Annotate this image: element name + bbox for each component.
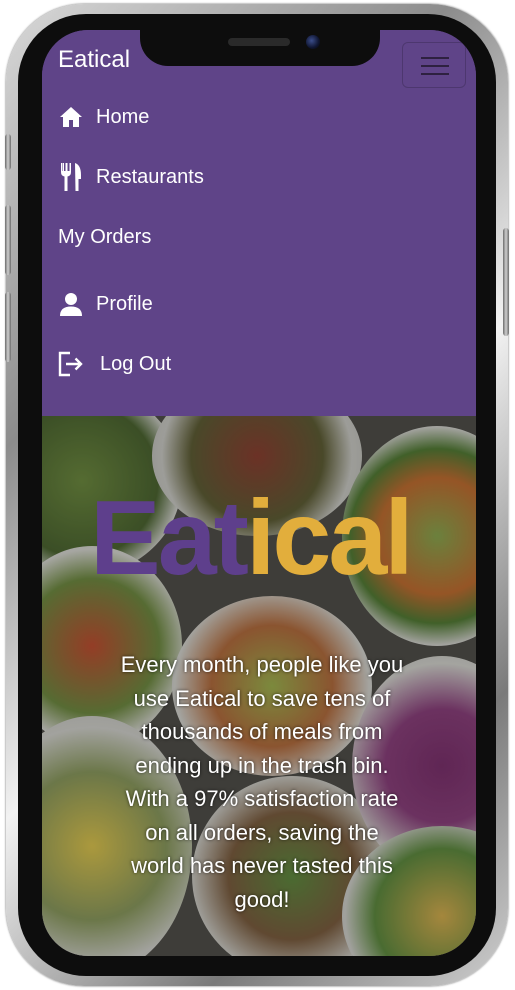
nav-label-my-orders: My Orders: [58, 225, 152, 248]
logout-icon: [58, 351, 84, 377]
nav-label-log-out: Log Out: [100, 352, 172, 375]
hamburger-icon: [421, 65, 449, 67]
user-icon: [58, 291, 84, 317]
navbar-toggler[interactable]: [402, 42, 466, 88]
brand-logo[interactable]: Eatical: [58, 46, 130, 74]
speaker-grille: [228, 38, 290, 46]
nav-item-home[interactable]: Home: [58, 100, 149, 134]
fork-knife-icon: [58, 163, 84, 191]
hero-tagline: Every month, people like you use Eatical…: [120, 652, 404, 912]
nav-item-my-orders[interactable]: My Orders: [58, 220, 151, 254]
nav-item-profile[interactable]: Profile: [58, 287, 153, 321]
screen: Eatical Home Restaurants My Orders Profi…: [42, 30, 476, 956]
nav-item-restaurants[interactable]: Restaurants: [58, 160, 204, 194]
phone-notch: [140, 30, 380, 66]
nav-label-home: Home: [96, 105, 150, 128]
nav-item-log-out[interactable]: Log Out: [58, 347, 171, 381]
hero-logo-part1: Eat: [90, 479, 249, 597]
navbar: Eatical Home Restaurants My Orders Profi…: [42, 30, 476, 416]
nav-label-restaurants: Restaurants: [96, 165, 204, 188]
hero-logo-part2: ical: [245, 479, 414, 597]
hamburger-icon: [421, 73, 449, 75]
hero-section: Eatical Every month, people like you use…: [42, 416, 476, 956]
nav-label-profile: Profile: [96, 292, 153, 315]
hero-logo: Eatical: [90, 478, 414, 599]
hamburger-icon: [421, 57, 449, 59]
front-camera: [306, 35, 320, 49]
home-icon: [58, 104, 84, 130]
